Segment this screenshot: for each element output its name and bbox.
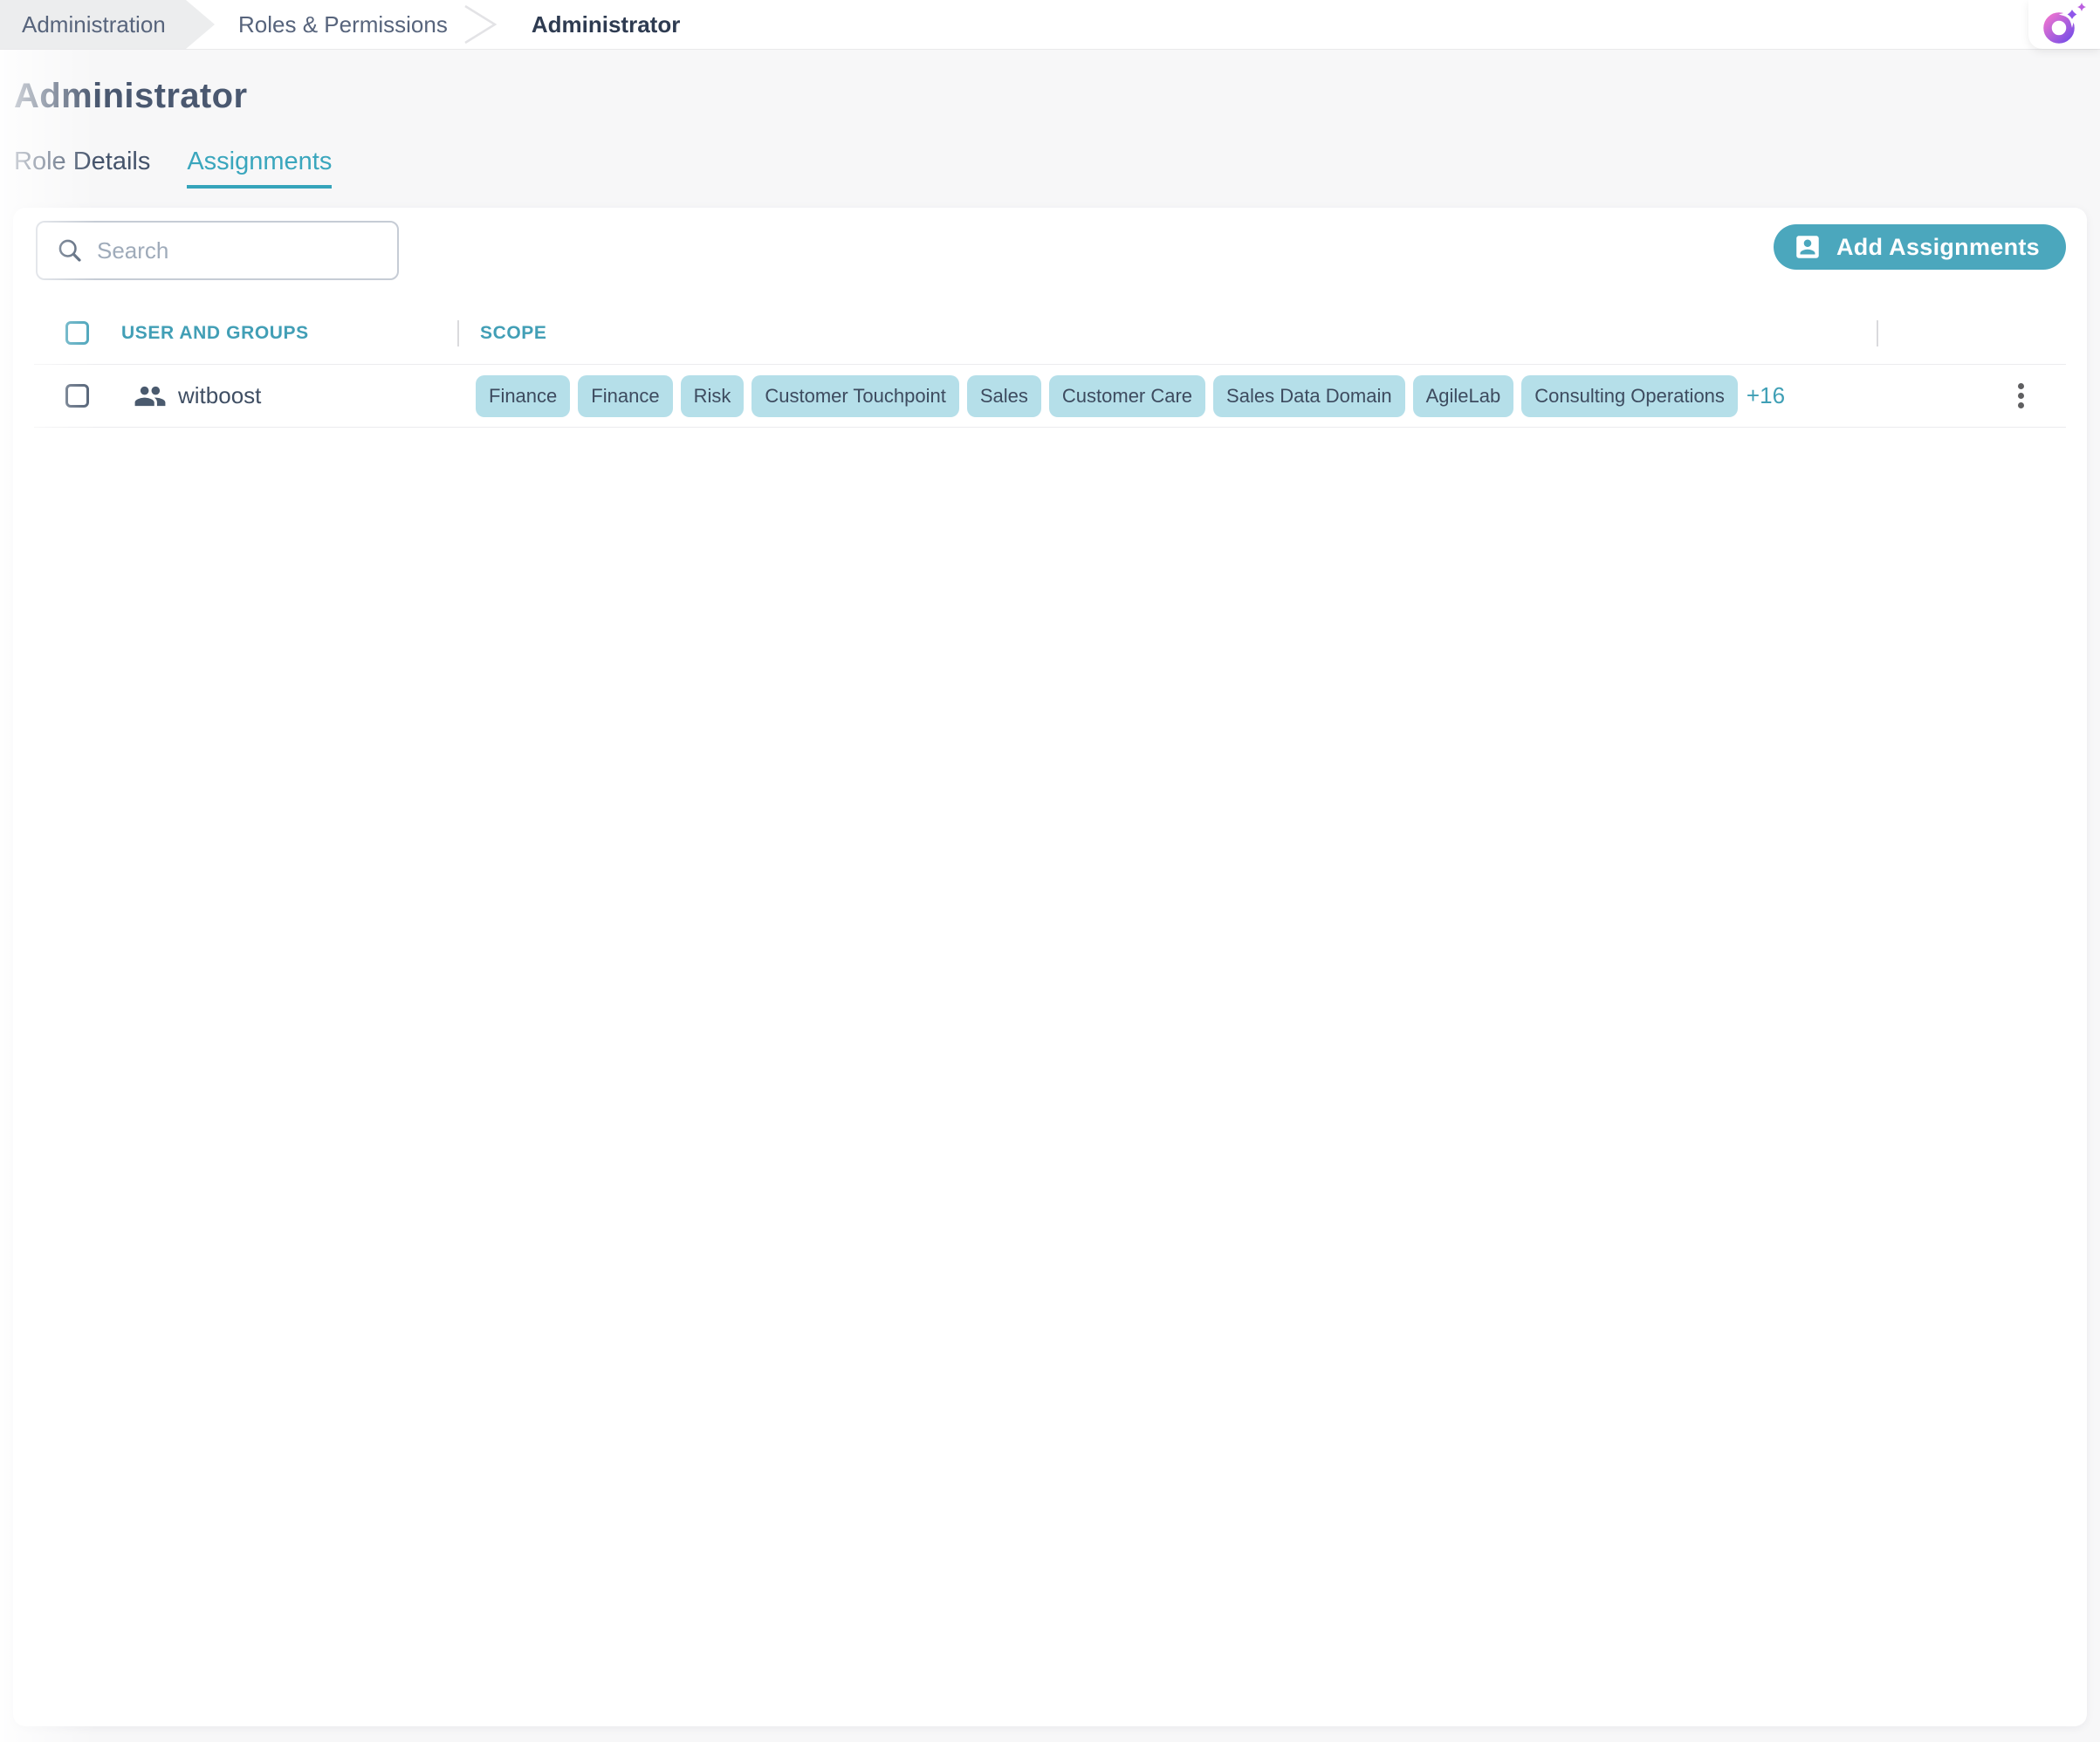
scope-chip: Finance (578, 375, 672, 417)
column-header-scope: SCOPE (472, 323, 1891, 344)
witboost-logo-icon (2040, 2, 2089, 47)
column-header-user-and-groups: USER AND GROUPS (121, 323, 472, 344)
scope-chip: Risk (681, 375, 745, 417)
user-name: witboost (178, 382, 261, 409)
toolbar: Add Assignments (13, 208, 2087, 302)
search-input[interactable] (95, 237, 383, 265)
row-checkbox[interactable] (65, 384, 89, 408)
breadcrumb-label: Administrator (532, 11, 680, 38)
column-divider (457, 320, 459, 346)
scope-cell: FinanceFinanceRiskCustomer TouchpointSal… (472, 375, 1891, 417)
search-icon (57, 237, 83, 264)
account-box-icon (1793, 232, 1822, 262)
page-title: Administrator (14, 76, 2100, 116)
column-header-label: SCOPE (480, 323, 547, 344)
scope-overflow-link[interactable]: +16 (1747, 382, 1785, 409)
column-divider (1877, 320, 1878, 346)
breadcrumb: Administration Roles & Permissions Admin… (0, 0, 2100, 50)
add-assignments-label: Add Assignments (1836, 234, 2040, 261)
select-all-cell (34, 321, 121, 345)
breadcrumb-item-administration[interactable]: Administration (0, 0, 215, 49)
tab-bar: Role Details Assignments (14, 147, 2100, 189)
breadcrumb-item-administrator: Administrator (532, 0, 680, 49)
scope-chip: Finance (476, 375, 570, 417)
table-row: witboost FinanceFinanceRiskCustomer Touc… (34, 365, 2066, 428)
assignments-card: Add Assignments USER AND GROUPS SCOPE (13, 208, 2087, 1726)
add-assignments-button[interactable]: Add Assignments (1774, 224, 2066, 270)
breadcrumb-item-roles-permissions[interactable]: Roles & Permissions (238, 0, 448, 49)
breadcrumb-label: Administration (22, 11, 166, 38)
scope-chip: Customer Touchpoint (751, 375, 959, 417)
row-select-cell (34, 384, 121, 408)
breadcrumb-label: Roles & Permissions (238, 11, 448, 38)
user-cell: witboost (121, 380, 472, 413)
tab-assignments[interactable]: Assignments (187, 147, 332, 189)
row-actions-cell (1891, 378, 2066, 414)
scope-chip-list: FinanceFinanceRiskCustomer TouchpointSal… (476, 375, 1738, 417)
select-all-checkbox[interactable] (65, 321, 89, 345)
kebab-menu-icon[interactable] (2013, 378, 2029, 414)
scope-chip: Consulting Operations (1521, 375, 1738, 417)
scope-chip: Customer Care (1049, 375, 1205, 417)
group-icon (134, 380, 167, 413)
search-box (36, 221, 399, 280)
scope-chip: AgileLab (1413, 375, 1514, 417)
main-content: Administrator Role Details Assignments A… (0, 76, 2100, 1726)
column-header-label: USER AND GROUPS (121, 323, 309, 344)
tab-role-details[interactable]: Role Details (14, 147, 150, 189)
scope-chip: Sales (967, 375, 1041, 417)
scope-chip: Sales Data Domain (1213, 375, 1405, 417)
app-logo[interactable] (2028, 0, 2100, 49)
chevron-right-icon (463, 3, 498, 46)
table-header-row: USER AND GROUPS SCOPE (34, 302, 2066, 365)
